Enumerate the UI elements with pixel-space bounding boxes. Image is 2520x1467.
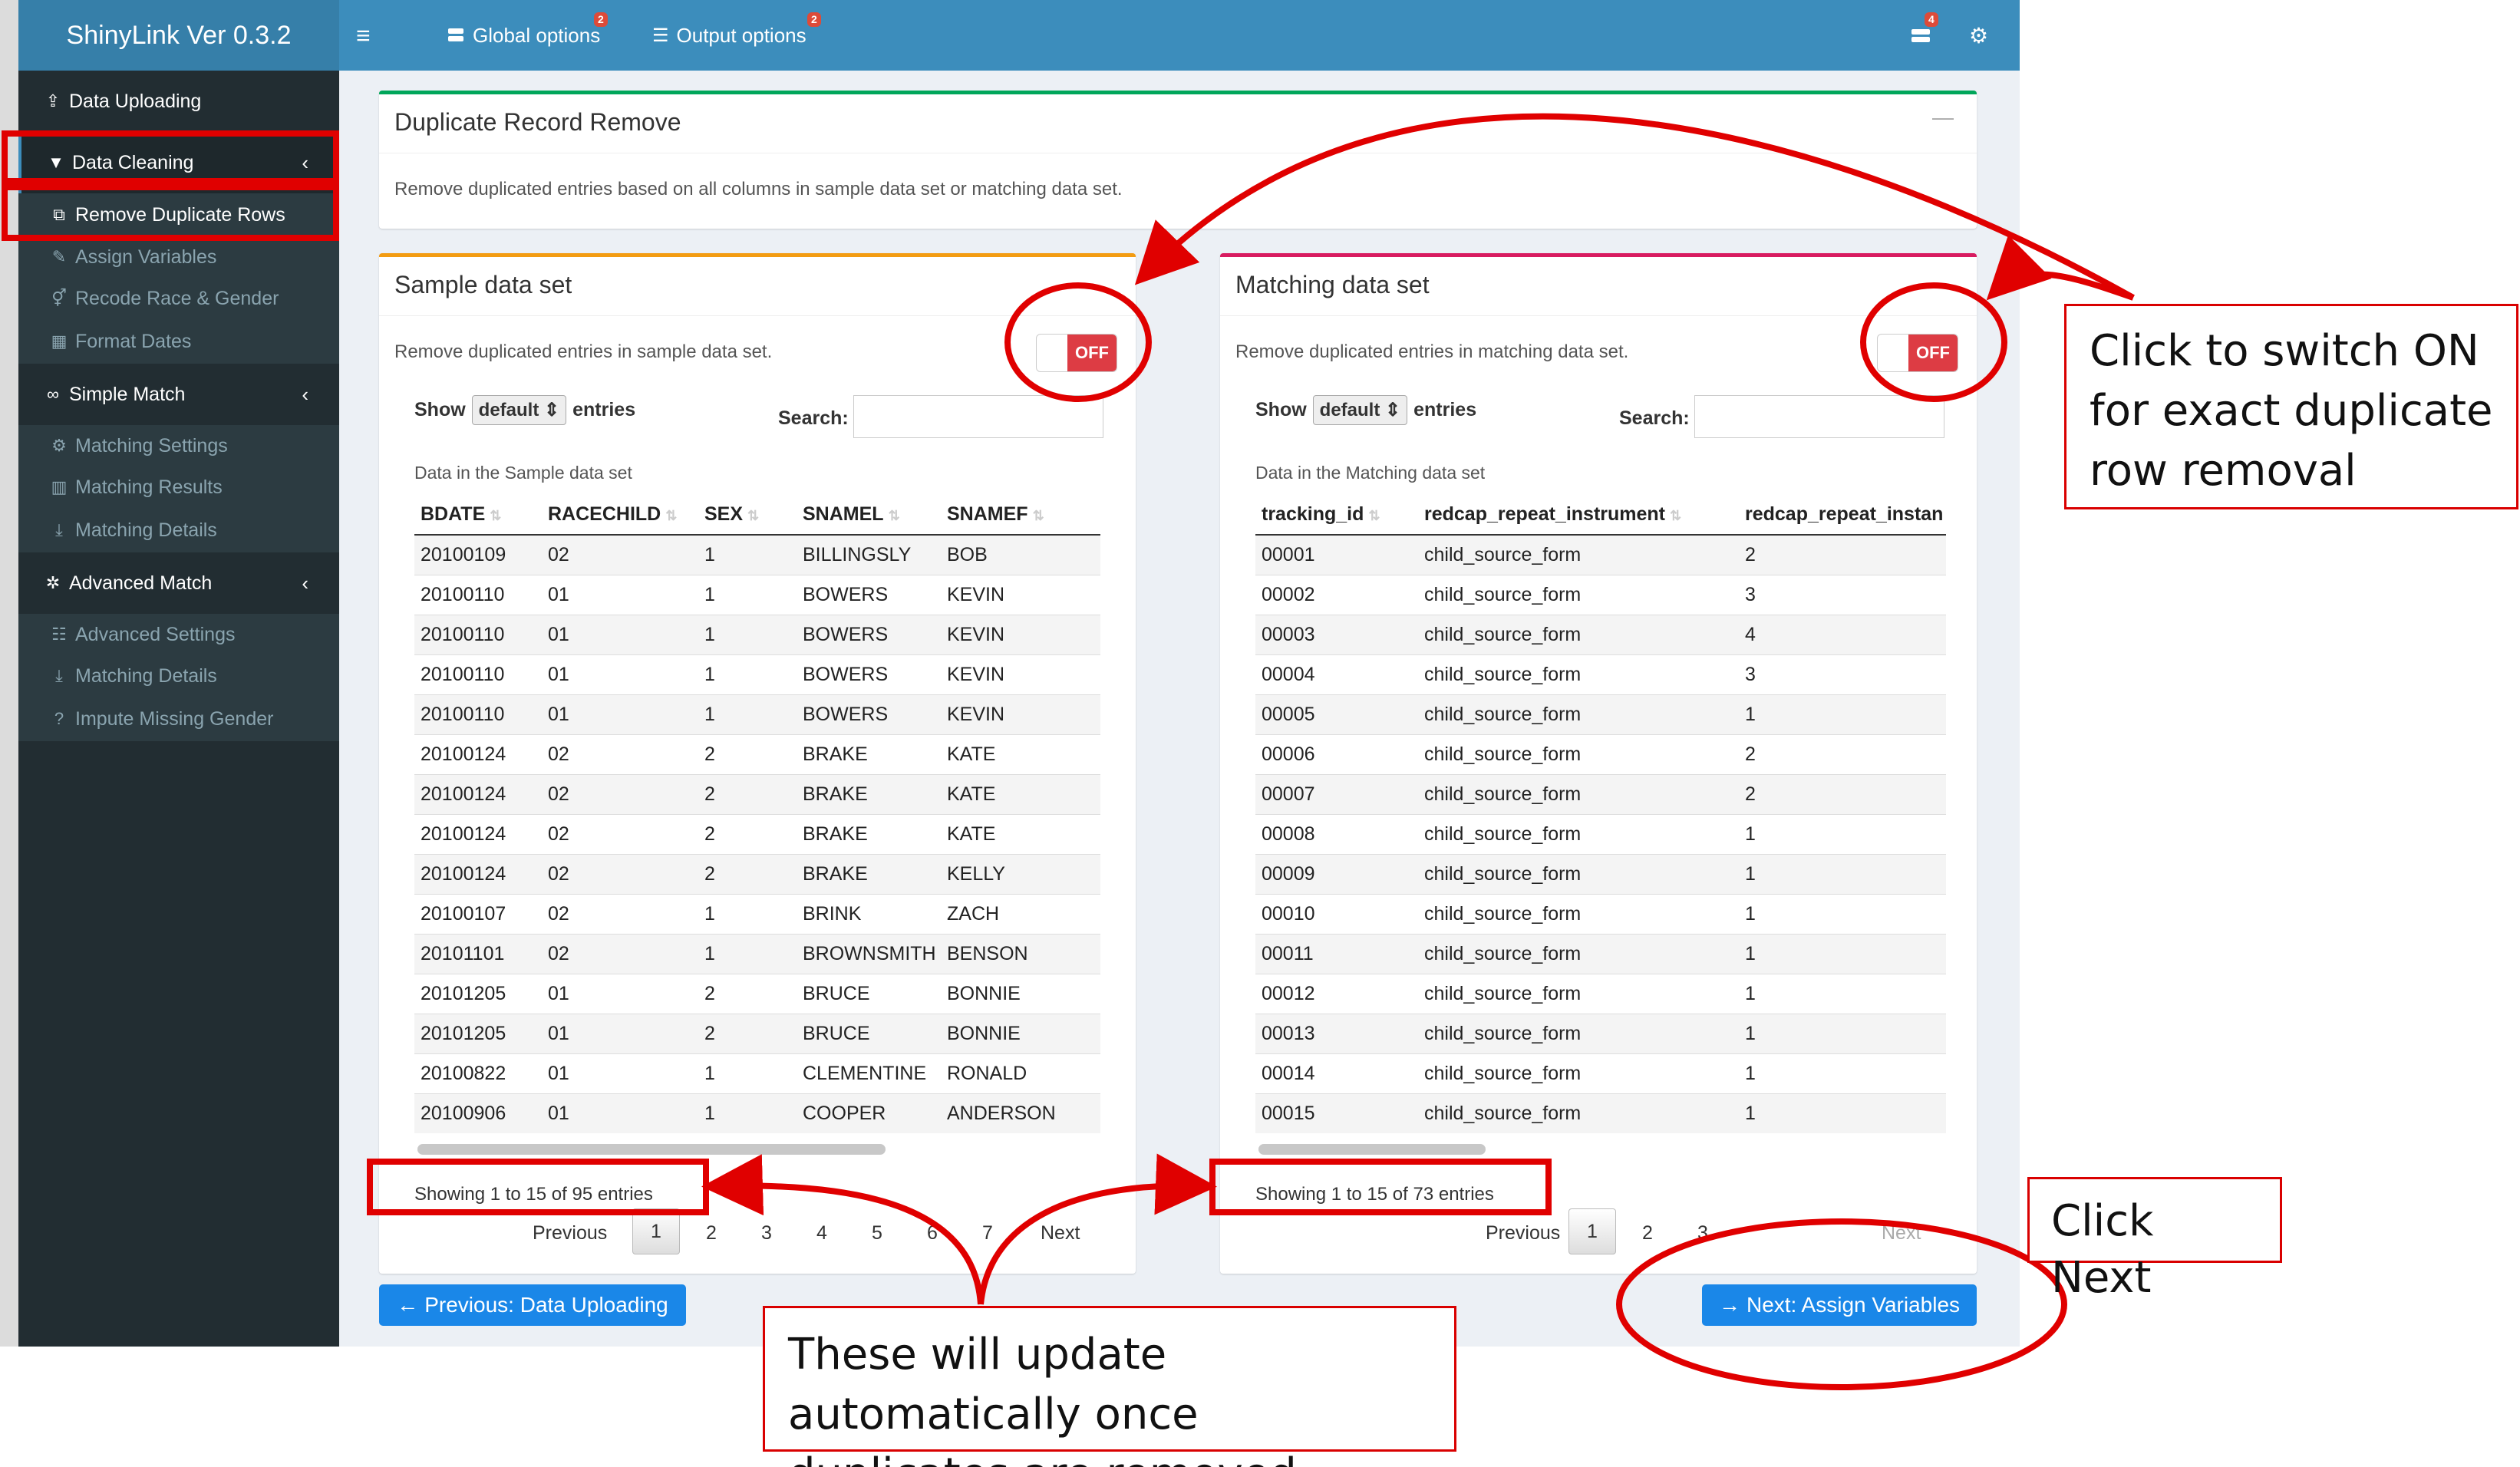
annotation-circle-matching-toggle (1860, 282, 2007, 402)
annotation-circle-sample-toggle (1004, 282, 1152, 402)
annotation-update-note: These will update automatically once dup… (763, 1306, 1456, 1467)
annotation-text: These will update automatically once dup… (788, 1330, 1297, 1467)
annotation-toggle-note: Click to switch ON for exact duplicate r… (2064, 304, 2518, 509)
annotation-arrow-to-sample-info (701, 1154, 984, 1305)
annotation-arrow-to-sample-toggle (1134, 113, 2135, 301)
annotation-text: Click to switch ON for exact duplicate r… (2090, 326, 2493, 496)
annotation-circle-next-button (1616, 1218, 2067, 1390)
annotation-arrow-to-matching-info (978, 1153, 1217, 1305)
annotation-next-note: Click Next (2027, 1177, 2282, 1303)
annotation-text: Click Next (2051, 1196, 2154, 1303)
